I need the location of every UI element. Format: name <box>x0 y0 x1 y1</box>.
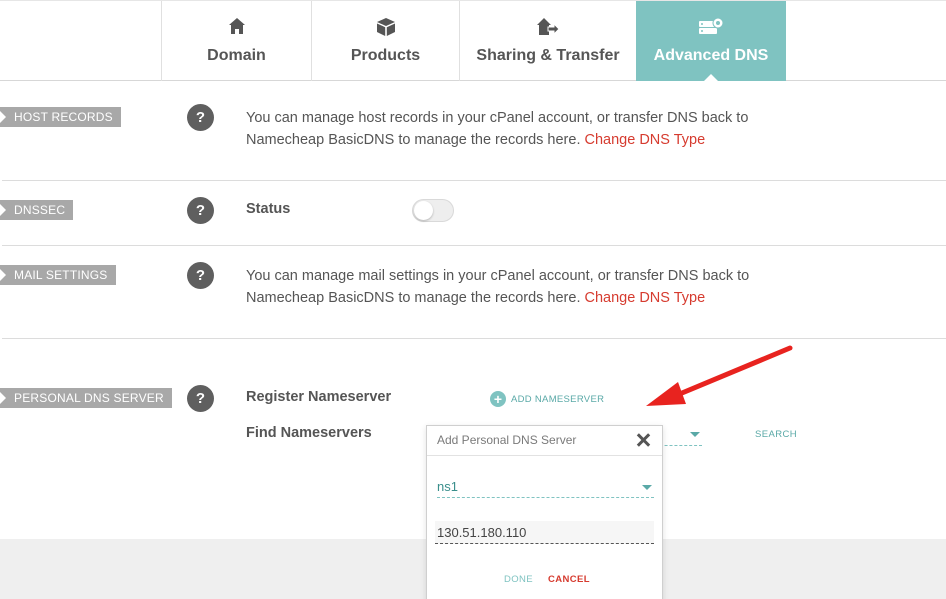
help-icon[interactable]: ? <box>187 262 214 289</box>
tab-domain[interactable]: Domain <box>161 1 311 81</box>
divider <box>2 245 946 246</box>
section-label-host-records: HOST RECORDS <box>0 107 121 127</box>
register-nameserver-label: Register Nameserver <box>246 389 392 405</box>
dnssec-status-toggle[interactable] <box>412 199 454 222</box>
plus-circle-icon: + <box>490 391 506 407</box>
host-records-description: You can manage host records in your cPan… <box>246 107 786 151</box>
nameserver-select-value: ns1 <box>437 479 458 494</box>
tab-sharing-transfer-label: Sharing & Transfer <box>476 47 620 64</box>
add-nameserver-button[interactable]: + ADD NAMESERVER <box>490 391 604 407</box>
toggle-knob <box>414 201 433 220</box>
mail-settings-description: You can manage mail settings in your cPa… <box>246 265 786 309</box>
change-dns-type-link[interactable]: Change DNS Type <box>585 290 706 306</box>
close-icon[interactable] <box>634 431 652 449</box>
house-transfer-icon <box>460 17 636 37</box>
chevron-down-icon <box>690 432 700 437</box>
popup-header: Add Personal DNS Server <box>427 426 662 456</box>
divider <box>2 180 946 181</box>
dnssec-status-label: Status <box>246 201 291 217</box>
tab-products[interactable]: Products <box>311 1 459 81</box>
add-nameserver-label: ADD NAMESERVER <box>511 393 605 405</box>
find-nameservers-label: Find Nameservers <box>246 425 372 441</box>
change-dns-type-link[interactable]: Change DNS Type <box>585 132 706 148</box>
chevron-down-icon <box>642 485 652 490</box>
search-button[interactable]: SEARCH <box>755 429 797 440</box>
section-label-mail-settings: MAIL SETTINGS <box>0 265 116 285</box>
cancel-button[interactable]: CANCEL <box>548 574 590 585</box>
server-settings-icon <box>636 17 786 37</box>
box-icon <box>312 17 459 37</box>
done-button[interactable]: DONE <box>504 574 533 585</box>
tab-sharing-transfer[interactable]: Sharing & Transfer <box>459 1 636 81</box>
tab-products-label: Products <box>350 47 421 64</box>
popup-title: Add Personal DNS Server <box>437 433 577 447</box>
ip-address-input[interactable] <box>435 521 654 544</box>
nameserver-select[interactable]: ns1 <box>437 476 654 498</box>
home-icon <box>162 17 311 37</box>
help-icon[interactable]: ? <box>187 197 214 224</box>
tab-advanced-dns[interactable]: Advanced DNS <box>636 1 786 82</box>
section-label-dnssec: DNSSEC <box>0 200 74 220</box>
tab-domain-label: Domain <box>207 47 266 64</box>
tab-bar: Domain Products Sharing & Transfer Advan… <box>0 0 946 82</box>
add-personal-dns-server-popup: Add Personal DNS Server ns1 DONE CANCEL <box>426 425 663 599</box>
section-label-personal-dns-server: PERSONAL DNS SERVER <box>0 388 172 408</box>
divider <box>2 338 946 339</box>
red-arrow-annotation-icon <box>646 345 793 406</box>
help-icon[interactable]: ? <box>187 385 214 412</box>
tab-advanced-dns-label: Advanced DNS <box>653 47 769 64</box>
help-icon[interactable]: ? <box>187 104 214 131</box>
